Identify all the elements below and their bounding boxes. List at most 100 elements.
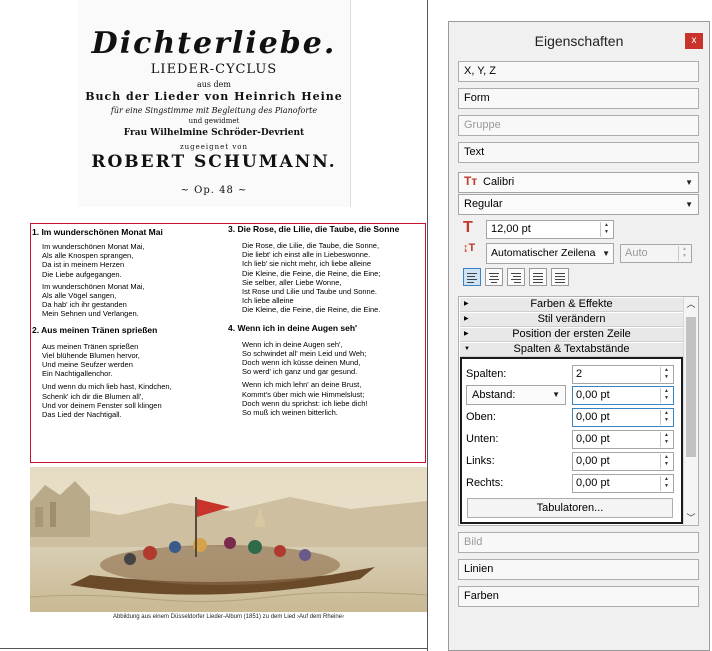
align-right-button[interactable] xyxy=(507,268,525,286)
line-spacing-stepper[interactable]: ▲ ▼ xyxy=(678,246,690,261)
verse-line: Doch wenn du sprichst: ich liebe dich! xyxy=(242,398,368,408)
illustration-drawing xyxy=(30,467,427,612)
font-size-input[interactable]: 12,00 pt ▲ ▼ xyxy=(486,220,614,239)
spalten-input[interactable]: 2 ▲ ▼ xyxy=(572,365,674,384)
spalten-stepper[interactable]: ▲ ▼ xyxy=(660,367,672,382)
verse-line: Da ist in meinem Herzen xyxy=(42,260,125,270)
font-style-value: Regular xyxy=(464,198,503,210)
title-main: Dichterliebe. xyxy=(91,26,337,61)
verse-line: Im wunderschönen Monat Mai, xyxy=(42,281,145,291)
align-justify-button[interactable] xyxy=(529,268,547,286)
links-value: 0,00 pt xyxy=(576,455,610,467)
line-spacing-icon: ↨T xyxy=(463,242,476,254)
abstand-value: 0,00 pt xyxy=(576,389,610,401)
abstand-input[interactable]: 0,00 pt ▲ ▼ xyxy=(572,386,674,405)
accordion-item-spalten-textabstaende[interactable]: ▼ Spalten & Textabstände xyxy=(460,343,683,357)
title-ornament: ~ Op. 48 ~ xyxy=(180,185,248,196)
song-title: 4. Wenn ich in deine Augen seh' xyxy=(228,322,358,333)
unten-label: Unten: xyxy=(466,433,499,445)
abstand-dropdown[interactable]: Abstand: ▼ xyxy=(466,385,566,405)
columns-settings-group: Spalten: 2 ▲ ▼ Abstand: ▼ 0,00 pt ▲ ▼ Oben… xyxy=(460,357,683,524)
verse-line: Die Rose, die Lilie, die Taube, die Sonn… xyxy=(242,241,380,250)
section-text-button[interactable]: Text xyxy=(458,142,699,163)
verse-line: Die Kleine, die Feine, die Reine, die Ei… xyxy=(242,305,381,315)
line-spacing-dropdown[interactable]: Automatischer Zeilena ▼ xyxy=(486,243,614,264)
verse-line: Als alle Vögel sangen, xyxy=(42,291,117,301)
section-form-button[interactable]: Form xyxy=(458,88,699,109)
text-column-left: 1. Im wunderschönen Monat Mai Im wunders… xyxy=(32,224,224,419)
font-style-dropdown[interactable]: Regular ▼ xyxy=(458,194,699,215)
boat-illustration[interactable] xyxy=(30,467,427,612)
song-title: 2. Aus meinen Tränen sprießen xyxy=(32,324,158,335)
scroll-down-icon[interactable]: ﹀ xyxy=(684,511,698,525)
text-column-right: 3. Die Rose, die Lilie, die Taube, die S… xyxy=(228,224,420,417)
accordion-label: Spalten & Textabstände xyxy=(513,343,630,355)
unten-value: 0,00 pt xyxy=(576,433,610,445)
rechts-input[interactable]: 0,00 pt ▲ ▼ xyxy=(572,474,674,493)
tabulatoren-button[interactable]: Tabulatoren... xyxy=(467,498,673,518)
verse-line: Im wunderschönen Monat Mai, xyxy=(42,242,145,251)
verse-line: Viel blühende Blumen hervor, xyxy=(42,350,140,360)
verse-line: Und wenn du mich lieb hast, Kindchen, xyxy=(42,382,172,392)
verse-line: So schwindet all' mein Leid und Weh; xyxy=(242,348,367,358)
section-xyz-button[interactable]: X, Y, Z xyxy=(458,61,699,82)
verse-line: So muß ich weinen bitterlich. xyxy=(242,408,338,418)
close-button[interactable]: x xyxy=(685,33,703,49)
accordion-label: Farben & Effekte xyxy=(530,298,613,310)
align-center-button[interactable] xyxy=(485,268,503,286)
font-icon: Tт xyxy=(464,174,478,188)
align-justify-all-button[interactable] xyxy=(551,268,569,286)
align-left-button[interactable] xyxy=(463,268,481,286)
verse-line: Wenn ich mich lehn' an deine Brust, xyxy=(242,380,362,390)
font-family-dropdown[interactable]: Tт Calibri ▼ xyxy=(458,172,699,193)
section-gruppe-button[interactable]: Gruppe xyxy=(458,115,699,136)
accordion-scrollbar[interactable]: ︿ ﹀ xyxy=(683,297,698,525)
unten-input[interactable]: 0,00 pt ▲ ▼ xyxy=(572,430,674,449)
accordion-label: Stil verändern xyxy=(537,313,606,325)
links-input[interactable]: 0,00 pt ▲ ▼ xyxy=(572,452,674,471)
abstand-stepper[interactable]: ▲ ▼ xyxy=(660,388,672,403)
rechts-stepper[interactable]: ▲ ▼ xyxy=(660,476,672,491)
title-dedicatee: Frau Wilhelmine Schröder-Devrient xyxy=(123,128,305,138)
stanza: Die Rose, die Lilie, die Taube, die Sonn… xyxy=(242,241,420,315)
font-family-value: Calibri xyxy=(483,176,515,188)
stanza: Im wunderschönen Monat Mai, Als alle Vög… xyxy=(42,282,224,319)
verse-line: Doch wenn ich küsse deinen Mund, xyxy=(242,358,361,368)
font-size-stepper[interactable]: ▲ ▼ xyxy=(600,222,612,237)
song-title: 1. Im wunderschönen Monat Mai xyxy=(32,227,163,237)
oben-stepper[interactable]: ▲ ▼ xyxy=(660,410,672,425)
scrollbar-thumb[interactable] xyxy=(686,317,696,457)
section-farben-button[interactable]: Farben xyxy=(458,586,699,607)
verse-line: Da hab' ich ihr gestanden xyxy=(42,300,127,310)
font-size-icon: T xyxy=(463,219,473,236)
text-frame[interactable]: 1. Im wunderschönen Monat Mai Im wunders… xyxy=(30,223,426,463)
chevron-down-icon: ▼ xyxy=(685,200,693,209)
verse-line: Ich lieb' sie nicht mehr, ich liebe alle… xyxy=(242,259,372,269)
accordion-item-farben-effekte[interactable]: ▶ Farben & Effekte xyxy=(460,298,683,312)
verse-line: So werd' ich ganz und gar gesund. xyxy=(242,367,358,377)
triangle-right-icon: ▶ xyxy=(464,301,469,307)
figure-caption: Abbildung aus einem Düsseldorfer Lieder-… xyxy=(112,614,345,620)
section-linien-button[interactable]: Linien xyxy=(458,559,699,580)
stanza: Wenn ich in deine Augen seh', So schwind… xyxy=(242,340,420,377)
section-bild-button[interactable]: Bild xyxy=(458,532,699,553)
page-border-right xyxy=(427,0,428,651)
chevron-down-icon: ▼ xyxy=(552,390,560,399)
scroll-up-icon[interactable]: ︿ xyxy=(684,297,698,311)
links-stepper[interactable]: ▲ ▼ xyxy=(660,454,672,469)
properties-panel: Eigenschaften x X, Y, Z Form Gruppe Text… xyxy=(448,21,710,651)
line-spacing-value-input[interactable]: Auto ▲ ▼ xyxy=(620,244,692,263)
verse-line: Ich liebe alleine xyxy=(242,296,294,306)
chevron-down-icon: ▼ xyxy=(685,178,693,187)
unten-stepper[interactable]: ▲ ▼ xyxy=(660,432,672,447)
verse-line: Wenn ich in deine Augen seh', xyxy=(242,339,343,349)
verse-line: Die liebt' ich einst alle in Liebeswonne… xyxy=(242,250,371,260)
accordion-item-stil-veraendern[interactable]: ▶ Stil verändern xyxy=(460,313,683,327)
accordion-label: Position der ersten Zeile xyxy=(512,328,631,340)
title-dedicated: zugeeignet von xyxy=(179,143,249,151)
accordion-item-position-erste-zeile[interactable]: ▶ Position der ersten Zeile xyxy=(460,328,683,342)
font-size-value: 12,00 pt xyxy=(491,223,531,235)
verse-line: Ein Nachtigallenchor. xyxy=(42,369,113,379)
line-spacing-value: Auto xyxy=(625,247,648,259)
oben-input[interactable]: 0,00 pt ▲ ▼ xyxy=(572,408,674,427)
